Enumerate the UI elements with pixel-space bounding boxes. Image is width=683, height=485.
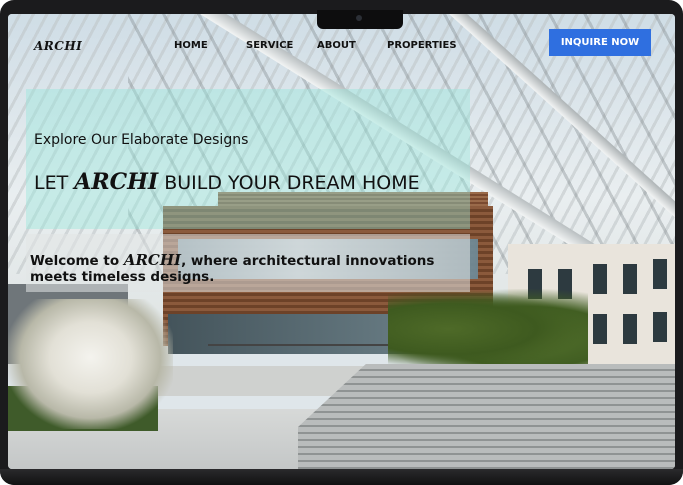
- hero-title-suffix: BUILD YOUR DREAM HOME: [158, 172, 420, 194]
- nav-service[interactable]: SERVICE: [246, 40, 293, 51]
- hero-title-brand: ARCHI: [74, 169, 159, 195]
- nav-home[interactable]: HOME: [174, 40, 208, 51]
- nav-properties[interactable]: PROPERTIES: [387, 40, 457, 51]
- hero-title: LET ARCHI BUILD YOUR DREAM HOME: [34, 169, 420, 195]
- webcam-icon: [356, 15, 362, 21]
- hero-panel: Explore Our Elaborate Designs LET ARCHI …: [26, 89, 470, 229]
- welcome-brand: ARCHI: [123, 251, 182, 269]
- hero-subtitle: Explore Our Elaborate Designs: [34, 132, 249, 148]
- welcome-text: Welcome to ARCHI, where architectural in…: [30, 252, 450, 285]
- laptop-base: [0, 469, 683, 485]
- website-screen: ARCHI HOME SERVICE ABOUT PROPERTIES INQU…: [8, 14, 675, 469]
- laptop-frame: ARCHI HOME SERVICE ABOUT PROPERTIES INQU…: [0, 0, 683, 485]
- welcome-prefix: Welcome to: [30, 253, 124, 269]
- inquire-now-button[interactable]: INQUIRE NOW: [549, 29, 651, 56]
- nav-about[interactable]: ABOUT: [317, 40, 356, 51]
- archi-logo[interactable]: ARCHI: [34, 39, 82, 53]
- welcome-panel: Welcome to ARCHI, where architectural in…: [26, 234, 470, 292]
- camera-notch: [317, 10, 403, 29]
- hero-title-prefix: LET: [34, 172, 75, 194]
